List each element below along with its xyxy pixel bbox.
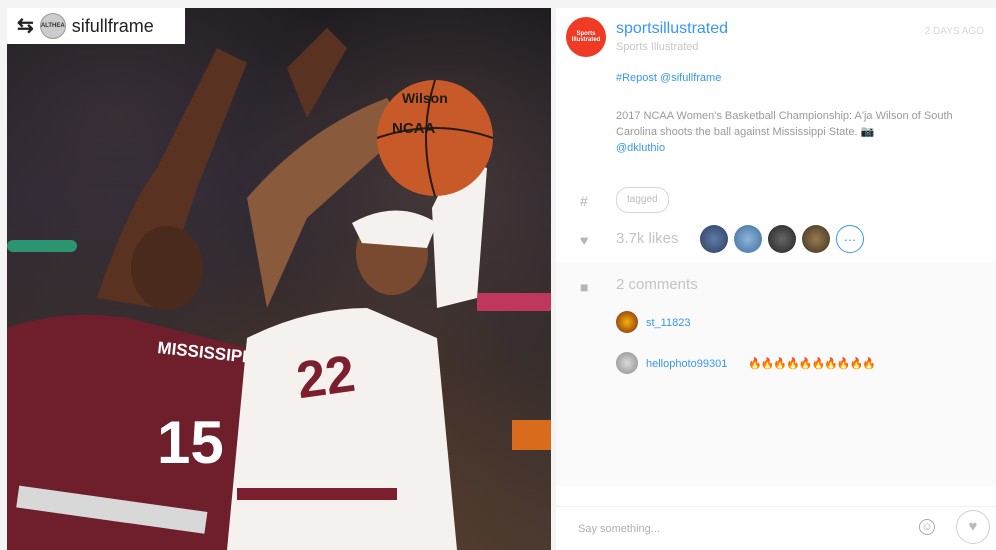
liker-avatar[interactable] — [768, 225, 796, 253]
caption-body: 2017 NCAA Women's Basketball Championshi… — [616, 110, 953, 138]
comment-avatar[interactable] — [616, 311, 638, 333]
comment-text: 🔥🔥🔥🔥🔥🔥🔥🔥🔥🔥 — [748, 358, 876, 370]
shooter-number: 22 — [293, 345, 358, 410]
comment-input[interactable] — [576, 518, 880, 540]
post-photo[interactable]: MISSISSIPPI STATE 15 22 Wilson NCAA — [7, 8, 551, 550]
basketball-scene: MISSISSIPPI STATE 15 22 Wilson NCAA — [7, 28, 551, 550]
comments-area — [556, 262, 996, 486]
defender-number: 15 — [157, 409, 224, 476]
post-details-panel: Sports Illustrated sportsillustrated Spo… — [556, 8, 996, 550]
comment-icon: ■ — [580, 279, 589, 295]
repost-badge[interactable]: ⇆ ALTHEA sifullframe — [7, 8, 185, 44]
arena-light-green — [7, 240, 77, 252]
arena-light-orange — [512, 420, 551, 450]
tag-pill[interactable]: tagged — [616, 187, 669, 213]
liker-avatar[interactable] — [700, 225, 728, 253]
smile-icon[interactable]: ☺ — [919, 519, 935, 535]
comments-count[interactable]: 2 comments — [616, 276, 698, 293]
ball-logo: NCAA — [392, 120, 435, 137]
liker-avatar[interactable] — [802, 225, 830, 253]
author-avatar[interactable]: Sports Illustrated — [566, 17, 606, 57]
liker-avatar[interactable] — [734, 225, 762, 253]
comment-username[interactable]: st_11823 — [646, 317, 690, 329]
author-username[interactable]: sportsillustrated — [616, 20, 728, 38]
comment-avatar[interactable] — [616, 352, 638, 374]
repost-source-avatar[interactable]: ALTHEA — [39, 13, 66, 39]
caption-tag[interactable]: #Repost @sifullframe — [616, 72, 721, 84]
heart-icon: ♥ — [580, 232, 589, 248]
defender-hand — [287, 28, 347, 118]
arena-light-pink — [477, 293, 551, 311]
more-likers-button[interactable]: … — [836, 225, 864, 253]
shooter-jersey — [227, 308, 457, 550]
like-button[interactable]: ♥ — [956, 510, 990, 544]
author-fullname: Sports Illustrated — [616, 41, 699, 53]
ball-brand: Wilson — [402, 90, 448, 106]
shooter-waistband — [237, 488, 397, 500]
post-timestamp: 2 DAYS AGO — [924, 26, 984, 37]
caption-handle[interactable]: @dkluthio — [616, 142, 665, 154]
repost-source-username[interactable]: sifullframe — [72, 16, 154, 37]
divider — [556, 506, 996, 507]
comment-username[interactable]: hellophoto99301 — [646, 358, 727, 370]
defender-head — [131, 226, 203, 310]
likes-count[interactable]: 3.7k likes — [616, 230, 679, 247]
repost-icon: ⇆ — [17, 15, 34, 37]
caption-text: 2017 NCAA Women's Basketball Championshi… — [616, 108, 982, 156]
shooter-headband — [352, 210, 437, 248]
tag-icon: # — [580, 193, 588, 209]
